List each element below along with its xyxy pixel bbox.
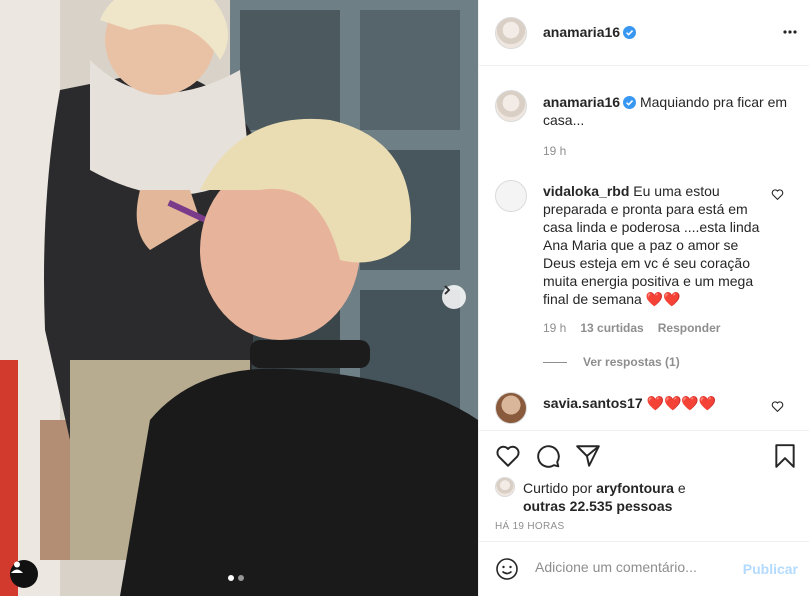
like-heart-icon[interactable] [495, 443, 521, 469]
add-comment-bar: Publicar [479, 541, 809, 596]
photo-illustration [0, 0, 478, 596]
author-avatar[interactable] [495, 17, 527, 49]
liker-username[interactable]: aryfontoura [596, 480, 674, 496]
reply-button[interactable]: Responder [658, 321, 721, 335]
post-time[interactable]: HÁ 19 HORAS [495, 521, 564, 532]
view-replies[interactable]: Ver respostas (1) [543, 355, 680, 369]
likes-others[interactable]: outras 22.535 pessoas [523, 498, 672, 514]
comment-username[interactable]: savia.santos17 [543, 395, 643, 411]
likes-summary: Curtido por aryfontoura e outras 22.535 … [523, 479, 686, 515]
emoji-icon[interactable] [495, 557, 519, 581]
verified-icon [623, 96, 637, 109]
bookmark-icon[interactable] [773, 443, 797, 469]
post-photo[interactable] [0, 0, 478, 596]
divider [543, 361, 567, 363]
like-comment-heart-icon[interactable] [771, 188, 784, 201]
caption-username[interactable]: anamaria16 [543, 94, 620, 110]
likes-prefix: Curtido por [523, 480, 593, 496]
comment-item: savia.santos17 ❤️❤️❤️❤️ [543, 394, 773, 412]
comment-avatar[interactable] [495, 180, 527, 212]
comment-text: Eu uma estou preparada e pronta para est… [543, 183, 760, 307]
comment-likes[interactable]: 13 curtidas [580, 321, 643, 335]
comment-meta: 19 h 13 curtidas Responder [543, 321, 734, 335]
caption-avatar[interactable] [495, 90, 527, 122]
comment-input[interactable] [535, 559, 735, 575]
share-icon[interactable] [575, 443, 601, 469]
comment-text: ❤️❤️❤️❤️ [646, 395, 717, 411]
caption: anamaria16 Maquiando pra ficar em casa..… [543, 93, 793, 129]
post-actions: Curtido por aryfontoura e outras 22.535 … [479, 430, 809, 540]
caption-time: 19 h [543, 144, 567, 158]
tagged-users-button[interactable] [10, 560, 38, 588]
like-comment-heart-icon[interactable] [771, 400, 784, 413]
carousel-dot-active [228, 575, 234, 581]
comment-avatar[interactable] [495, 392, 527, 424]
likes-mid: e [677, 480, 686, 496]
ellipsis-icon[interactable] [782, 24, 798, 40]
verified-icon [623, 26, 637, 39]
chevron-right-icon [444, 285, 451, 295]
author-username[interactable]: anamaria16 [543, 24, 620, 40]
author-name-wrap: anamaria16 [543, 24, 637, 40]
carousel-indicator [228, 575, 244, 581]
view-replies-label[interactable]: Ver respostas (1) [583, 355, 680, 369]
user-icon [11, 561, 23, 573]
post-sidebar: anamaria16 anamaria16 Maquiando pra fica… [478, 0, 809, 596]
comments-list[interactable]: anamaria16 Maquiando pra ficar em casa..… [479, 67, 809, 429]
carousel-dot [238, 575, 244, 581]
comment-username[interactable]: vidaloka_rbd [543, 183, 629, 199]
publish-button[interactable]: Publicar [743, 561, 798, 577]
comment-item: vidaloka_rbd Eu uma estou preparada e pr… [543, 182, 773, 308]
comment-time: 19 h [543, 321, 567, 335]
liker-avatar[interactable] [495, 477, 515, 497]
post-header: anamaria16 [479, 0, 809, 66]
comment-icon[interactable] [535, 443, 561, 469]
next-photo-button[interactable] [442, 285, 466, 309]
